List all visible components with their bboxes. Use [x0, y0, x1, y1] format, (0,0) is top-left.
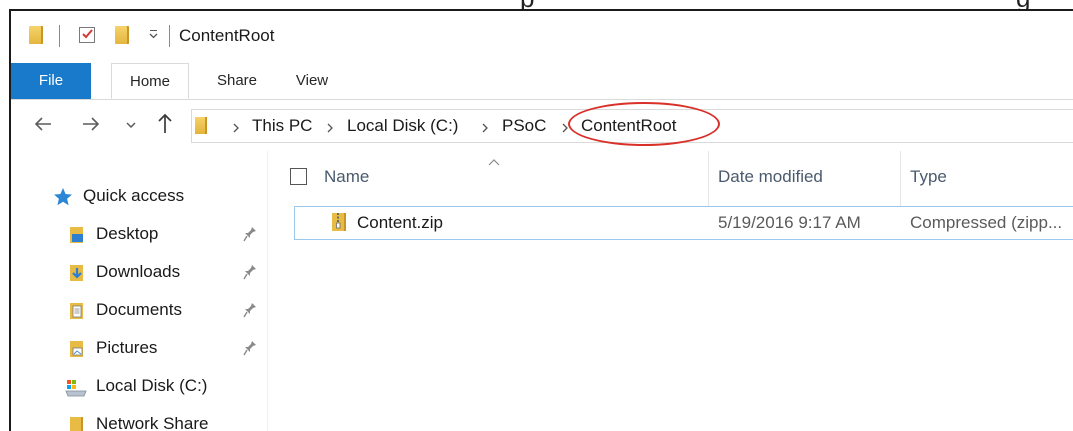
toolbar-separator	[169, 25, 170, 47]
chevron-right-icon[interactable]	[326, 121, 334, 139]
address-bar[interactable]: This PC Local Disk (C:) PSoC ContentRoot	[191, 102, 1073, 146]
folder-icon	[29, 26, 43, 44]
recent-locations-chevron-icon[interactable]	[125, 117, 137, 135]
nav-item-desktop[interactable]: Desktop	[11, 217, 267, 253]
star-icon	[53, 187, 73, 212]
pin-icon[interactable]	[243, 340, 257, 361]
desktop-folder-icon	[69, 226, 85, 249]
nav-item-downloads[interactable]: Downloads	[11, 255, 267, 291]
window-title: ContentRoot	[179, 26, 275, 45]
file-explorer-window: ContentRoot File Home Share View This PC	[9, 9, 1073, 431]
up-arrow-icon[interactable]	[155, 111, 175, 140]
pin-icon[interactable]	[243, 264, 257, 285]
drive-icon	[65, 379, 87, 402]
chevron-right-icon[interactable]	[232, 121, 240, 139]
column-divider[interactable]	[708, 151, 709, 207]
tab-file[interactable]: File	[11, 63, 91, 99]
file-list: Name Date modified Type Content.zip 5/19…	[268, 151, 1073, 431]
new-folder-icon[interactable]	[115, 26, 129, 44]
tab-view[interactable]: View	[287, 63, 337, 99]
nav-item-local-disk[interactable]: Local Disk (C:)	[11, 369, 267, 405]
select-all-checkbox[interactable]	[290, 168, 307, 185]
column-header-date-modified[interactable]: Date modified	[718, 167, 823, 187]
forward-arrow-icon[interactable]	[81, 113, 101, 140]
nav-item-label: Local Disk (C:)	[96, 376, 208, 395]
navigation-pane: Quick access Desktop Downloads Documents…	[11, 151, 267, 431]
nav-item-pictures[interactable]: Pictures	[11, 331, 267, 367]
nav-item-quick-access[interactable]: Quick access	[11, 179, 267, 215]
breadcrumb-local-disk[interactable]: Local Disk (C:)	[347, 116, 458, 136]
column-divider[interactable]	[900, 151, 901, 207]
properties-checkbox-icon[interactable]	[79, 27, 95, 43]
nav-item-label: Documents	[96, 300, 182, 319]
downloads-folder-icon	[69, 264, 85, 287]
chevron-right-icon[interactable]	[481, 121, 489, 139]
breadcrumb-psoc[interactable]: PSoC	[502, 116, 546, 136]
toolbar-separator	[59, 25, 60, 47]
cropped-text-fragment: p	[520, 0, 535, 9]
tab-share[interactable]: Share	[207, 63, 267, 99]
folder-icon	[195, 117, 207, 134]
nav-item-label: Network Share	[96, 414, 209, 431]
sort-ascending-icon	[488, 153, 500, 171]
documents-folder-icon	[69, 302, 85, 325]
customize-toolbar-dropdown-icon[interactable]	[149, 30, 158, 39]
nav-item-network-share[interactable]: Network Share	[11, 407, 267, 431]
nav-item-label: Desktop	[96, 224, 159, 243]
zip-folder-icon	[331, 212, 347, 237]
back-arrow-icon[interactable]	[33, 113, 53, 140]
column-header-name[interactable]: Name	[324, 167, 369, 187]
highlight-ellipse-annotation	[568, 102, 720, 146]
nav-item-label: Pictures	[96, 338, 158, 357]
nav-item-label: Downloads	[96, 262, 181, 281]
cropped-top-strip: p g	[0, 0, 1073, 9]
file-type: Compressed (zipp...	[910, 213, 1063, 232]
file-name: Content.zip	[357, 213, 443, 232]
nav-item-label: Quick access	[83, 186, 185, 205]
breadcrumb-this-pc[interactable]: This PC	[252, 116, 312, 136]
title-bar: ContentRoot	[11, 11, 1073, 63]
column-header-type[interactable]: Type	[910, 167, 947, 187]
file-date-modified: 5/19/2016 9:17 AM	[718, 213, 861, 232]
pin-icon[interactable]	[243, 226, 257, 247]
table-row[interactable]: Content.zip 5/19/2016 9:17 AM Compressed…	[294, 206, 1073, 240]
pin-icon[interactable]	[243, 302, 257, 323]
nav-item-documents[interactable]: Documents	[11, 293, 267, 329]
ribbon-tab-bar: File Home Share View	[11, 63, 1073, 100]
tab-home[interactable]: Home	[111, 63, 189, 99]
navigation-row: This PC Local Disk (C:) PSoC ContentRoot	[11, 101, 1073, 149]
cropped-text-fragment: g	[1016, 0, 1031, 9]
pictures-folder-icon	[69, 340, 85, 363]
